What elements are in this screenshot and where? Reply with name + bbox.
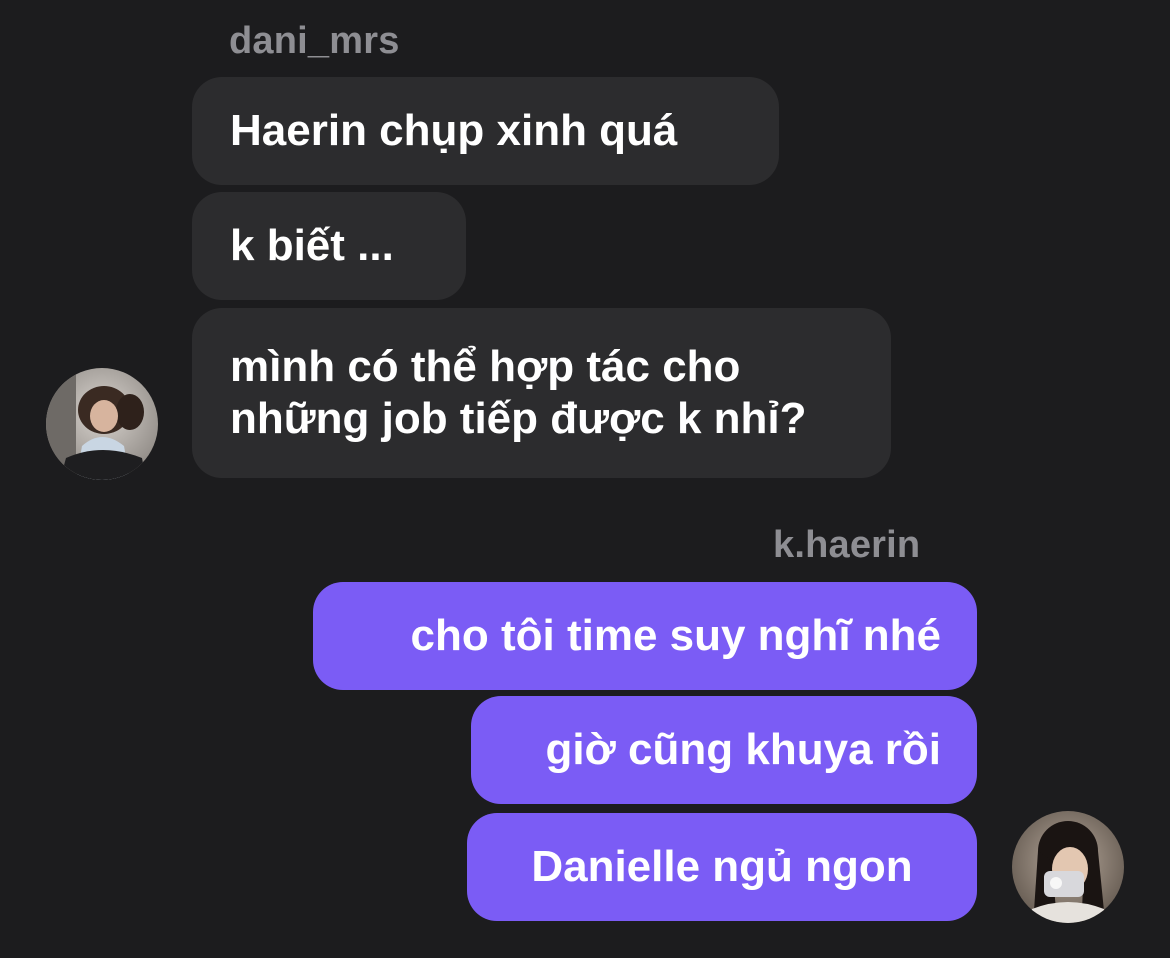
incoming-message-bubble[interactable]: k biết ... xyxy=(192,192,466,300)
incoming-sender-name[interactable]: dani_mrs xyxy=(229,22,400,60)
incoming-message-bubble[interactable]: Haerin chụp xinh quá xyxy=(192,77,779,185)
message-text: Haerin chụp xinh quá xyxy=(230,106,678,155)
outgoing-message-bubble[interactable]: giờ cũng khuya rồi xyxy=(471,696,977,804)
message-text: Danielle ngủ ngon xyxy=(531,842,913,891)
outgoing-message-bubble[interactable]: Danielle ngủ ngon xyxy=(467,813,977,921)
avatar-photo-icon xyxy=(46,368,158,480)
message-text: k biết ... xyxy=(230,221,394,270)
avatar-photo-icon xyxy=(1012,811,1124,923)
message-text: mình có thể hợp tác cho những job tiếp đ… xyxy=(230,342,807,443)
outgoing-avatar[interactable] xyxy=(1012,811,1124,923)
outgoing-message-bubble[interactable]: cho tôi time suy nghĩ nhé xyxy=(313,582,977,690)
incoming-message-bubble[interactable]: mình có thể hợp tác cho những job tiếp đ… xyxy=(192,308,891,478)
message-text: cho tôi time suy nghĩ nhé xyxy=(410,611,941,660)
message-text: giờ cũng khuya rồi xyxy=(545,725,941,774)
incoming-avatar[interactable] xyxy=(46,368,158,480)
outgoing-sender-name[interactable]: k.haerin xyxy=(773,526,920,564)
